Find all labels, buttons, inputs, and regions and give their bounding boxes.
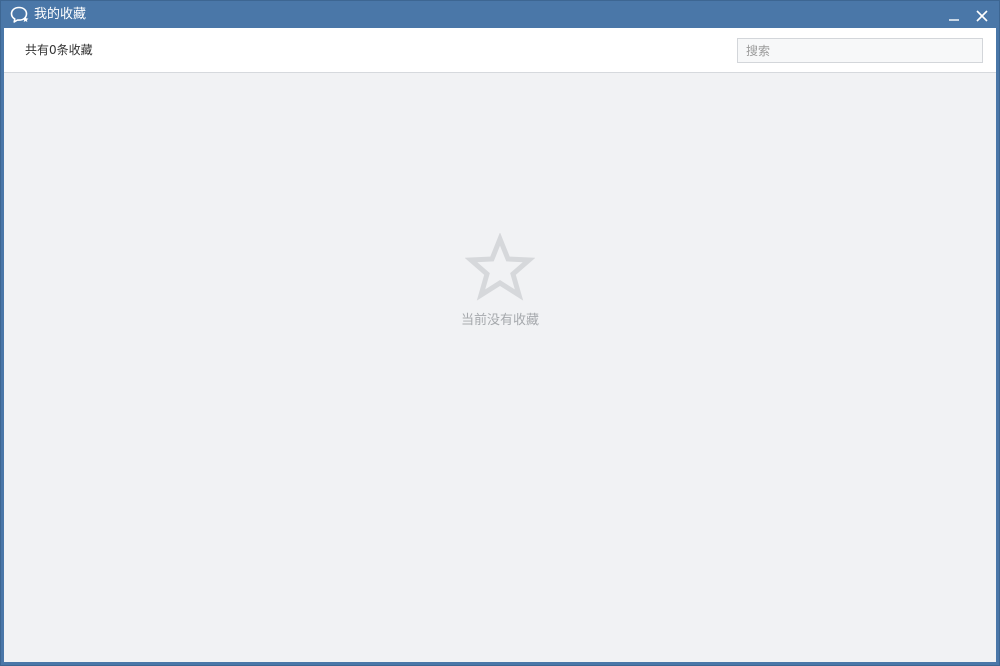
close-icon <box>976 10 988 22</box>
empty-message: 当前没有收藏 <box>460 313 539 328</box>
chat-bubble-icon <box>10 6 29 23</box>
minimize-icon <box>949 19 959 21</box>
window-title: 我的收藏 <box>34 7 87 22</box>
favorites-window: 我的收藏 共有0条收藏 当前没有收藏 <box>0 0 1000 666</box>
close-button[interactable] <box>971 4 993 26</box>
empty-state: 当前没有收藏 <box>4 233 996 329</box>
search-input[interactable] <box>737 38 983 63</box>
minimize-button[interactable] <box>943 4 965 26</box>
favorites-count: 共有0条收藏 <box>25 43 93 57</box>
toolbar: 共有0条收藏 <box>4 28 996 73</box>
content-area: 共有0条收藏 当前没有收藏 <box>4 28 996 662</box>
title-bar[interactable]: 我的收藏 <box>1 1 999 28</box>
star-outline-icon <box>465 233 535 301</box>
